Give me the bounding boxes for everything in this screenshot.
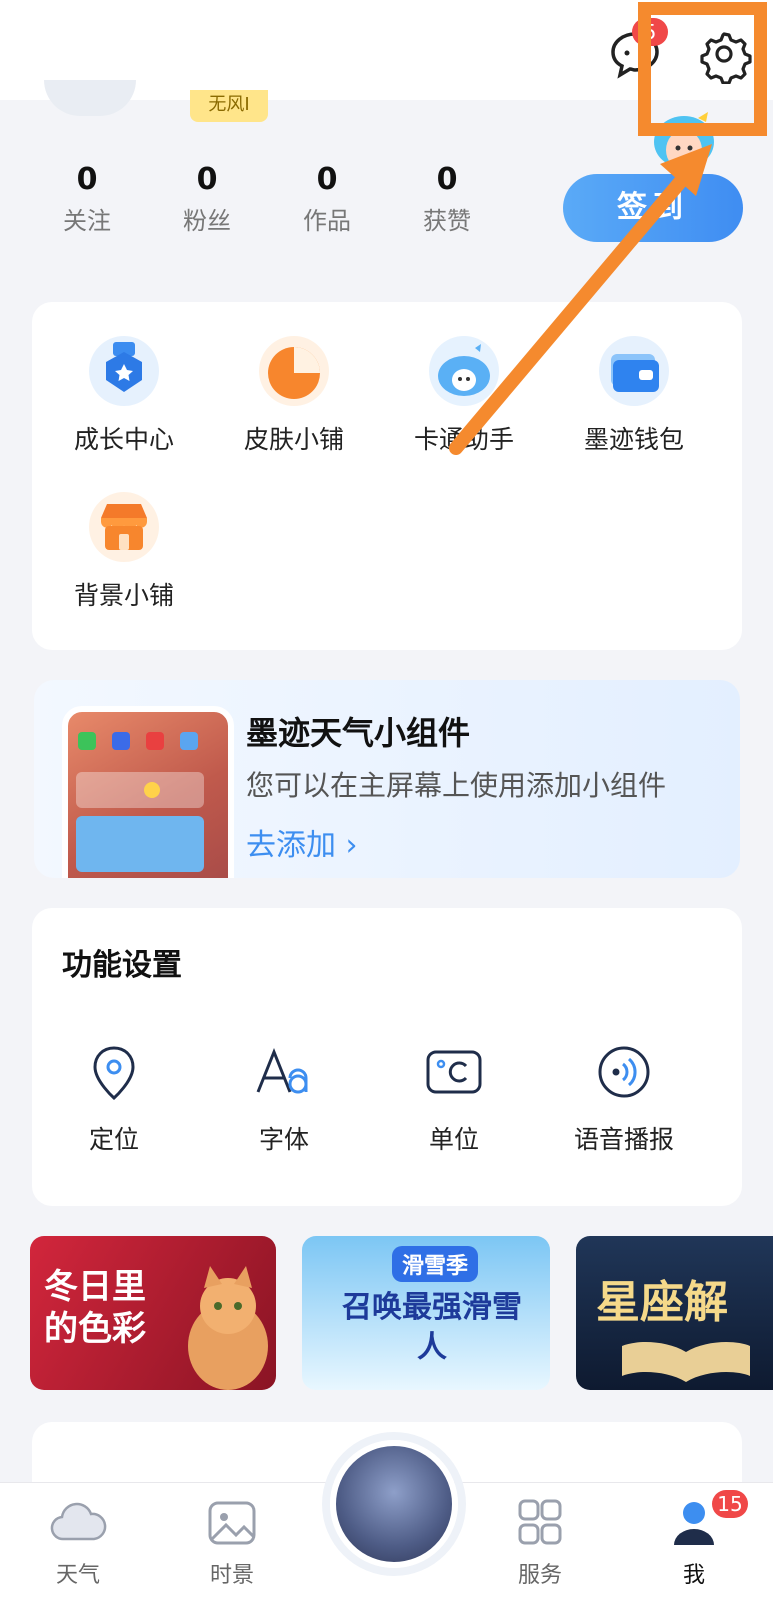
location-pin-icon — [84, 1042, 144, 1102]
quick-item-background-shop[interactable]: 背景小铺 — [54, 492, 194, 612]
font-icon — [254, 1042, 314, 1102]
widget-add-link[interactable]: 去添加 › — [246, 820, 358, 864]
sign-in-button[interactable]: 签到 — [563, 174, 743, 242]
avatar[interactable] — [44, 80, 136, 116]
tab-label: 我 — [682, 1563, 705, 1588]
celsius-icon — [424, 1042, 484, 1102]
function-label: 字体 — [258, 1125, 309, 1154]
widget-promo-card[interactable]: 墨迹天气小组件 您可以在主屏幕上使用添加小组件 去添加 › — [34, 680, 740, 878]
quick-item-cartoon[interactable]: 卡通助手 — [394, 336, 534, 456]
function-voice[interactable]: 语音播报 — [554, 1042, 694, 1156]
widget-preview-image — [62, 706, 234, 878]
quick-item-growth[interactable]: 成长中心 — [54, 336, 194, 456]
voice-broadcast-icon — [594, 1042, 654, 1102]
wallet-icon — [599, 336, 669, 406]
widget-description: 您可以在主屏幕上使用添加小组件 — [246, 769, 667, 802]
level-badge: 无风I — [190, 90, 268, 122]
tab-label: 服务 — [517, 1563, 562, 1588]
function-label: 语音播报 — [573, 1125, 674, 1154]
banner-text: 冬日里的色彩 — [44, 1267, 146, 1349]
tab-label: 天气 — [55, 1563, 100, 1588]
banner-text: 召唤最强滑雪人 — [342, 1290, 522, 1365]
stat-label: 粉丝 — [183, 207, 231, 235]
background-shop-icon — [89, 492, 159, 562]
stat-value: 0 — [436, 162, 458, 197]
stat-label: 获赞 — [423, 207, 471, 235]
quick-item-label: 皮肤小铺 — [243, 425, 344, 454]
section-title: 功能设置 — [62, 948, 182, 983]
highlight-box — [638, 2, 767, 136]
quick-item-label: 卡通助手 — [413, 425, 514, 454]
cat-icon — [188, 1266, 268, 1390]
stat-value: 0 — [316, 162, 338, 197]
banner-tag: 滑雪季 — [392, 1246, 479, 1282]
function-font[interactable]: 字体 — [214, 1042, 354, 1156]
stat-label: 作品 — [303, 207, 351, 235]
tab-scenery[interactable]: 时景 — [172, 1499, 292, 1589]
tab-weather[interactable]: 天气 — [18, 1499, 138, 1589]
quick-item-skin-shop[interactable]: 皮肤小铺 — [224, 336, 364, 456]
banner-winter-colors[interactable]: 冬日里的色彩 — [30, 1236, 276, 1390]
quick-item-wallet[interactable]: 墨迹钱包 — [564, 336, 704, 456]
tab-services[interactable]: 服务 — [480, 1499, 600, 1589]
stat-label: 关注 — [63, 207, 111, 235]
stat-works[interactable]: 0 作品 — [272, 162, 382, 236]
banner-text: 星座解 — [596, 1277, 728, 1328]
stat-likes[interactable]: 0 获赞 — [392, 162, 502, 236]
banner-horoscope[interactable]: 星座解 — [576, 1236, 773, 1390]
function-location[interactable]: 定位 — [44, 1042, 184, 1156]
banner-skiing[interactable]: 滑雪季 召唤最强滑雪人 — [302, 1236, 550, 1390]
quick-item-label: 墨迹钱包 — [583, 425, 684, 454]
photo-icon — [208, 1501, 256, 1545]
growth-medal-icon — [89, 336, 159, 406]
stat-value: 0 — [76, 162, 98, 197]
cartoon-assistant-icon — [429, 336, 499, 406]
skin-shop-icon — [259, 336, 329, 406]
stat-following[interactable]: 0 关注 — [32, 162, 142, 236]
widget-title: 墨迹天气小组件 — [246, 714, 471, 752]
quick-item-label: 背景小铺 — [73, 581, 174, 610]
cloud-icon — [50, 1502, 107, 1541]
stat-value: 0 — [196, 162, 218, 197]
quick-item-label: 成长中心 — [73, 425, 174, 454]
center-weather-orb[interactable] — [330, 1440, 458, 1568]
function-label: 定位 — [88, 1125, 139, 1154]
book-icon — [622, 1342, 750, 1382]
quick-access-card: 成长中心 皮肤小铺 卡通助手 墨迹钱包 背景小铺 — [32, 302, 742, 650]
function-label: 单位 — [428, 1125, 479, 1154]
tab-label: 时景 — [209, 1563, 254, 1588]
function-unit[interactable]: 单位 — [384, 1042, 524, 1156]
grid-icon — [518, 1499, 562, 1545]
stat-fans[interactable]: 0 粉丝 — [152, 162, 262, 236]
function-settings-card: 功能设置 定位 字体 单位 语音播报 — [32, 908, 742, 1206]
tab-badge: 15 — [712, 1490, 748, 1518]
